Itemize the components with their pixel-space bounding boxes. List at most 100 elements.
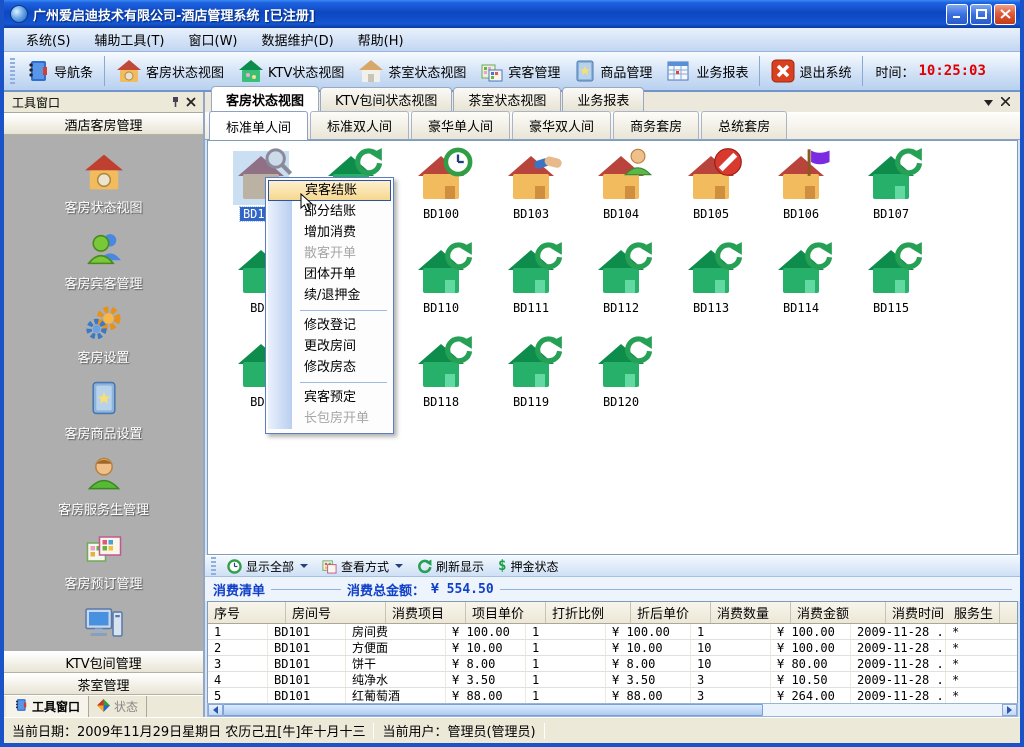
table-row[interactable]: 2BD101 方便面¥ 10.00 1¥ 10.00 10¥ 100.00 20… (208, 640, 1017, 656)
room-icon[interactable]: BD120 (576, 339, 666, 433)
room-icon[interactable]: BD114 (756, 245, 846, 339)
exit-system-button[interactable]: 退出系统 (764, 56, 858, 86)
maximize-button[interactable] (970, 4, 992, 25)
room-type-tab[interactable]: 商务套房 (613, 111, 699, 139)
room-type-tab[interactable]: 豪华双人间 (512, 111, 611, 139)
room-type-tab[interactable]: 豪华单人间 (411, 111, 510, 139)
room-status-view-button[interactable]: 客房状态视图 (109, 56, 231, 86)
minimize-button[interactable] (946, 4, 968, 25)
context-menu-item[interactable]: 宾客预定 (268, 387, 391, 408)
menu-item[interactable]: 帮助(H) (346, 27, 416, 52)
context-menu-item[interactable]: 部分结账 (268, 201, 391, 222)
section-tea-management[interactable]: 茶室管理 (4, 673, 203, 695)
pin-icon[interactable] (167, 95, 183, 110)
flag-icon (803, 147, 833, 177)
room-icon[interactable]: BD113 (666, 245, 756, 339)
room-type-tab[interactable]: 标准双人间 (310, 111, 409, 139)
navbar-button[interactable]: 导航条 (19, 56, 100, 86)
room-icon[interactable]: BD104 (576, 151, 666, 245)
sidebar-item-waiter-management[interactable]: 客房服务生管理 (19, 455, 189, 518)
tea-status-view-button[interactable]: 茶室状态视图 (351, 56, 473, 86)
context-menu-item[interactable] (268, 378, 391, 387)
context-menu-item[interactable]: 续/退押金 (268, 285, 391, 306)
refresh-arrow-icon (533, 335, 563, 365)
guest-management-button[interactable]: 宾客管理 (473, 56, 567, 86)
view-mode-button[interactable]: 查看方式 (315, 557, 410, 576)
sidebar-item-room-status[interactable]: 客房状态视图 (19, 153, 189, 216)
scrollbar-track[interactable] (223, 704, 1002, 716)
sidebar-item-goods-settings[interactable]: 客房商品设置 (19, 379, 189, 442)
sidebar-item-guest-management[interactable]: 客房宾客管理 (19, 229, 189, 292)
table-horizontal-scrollbar[interactable] (207, 703, 1018, 717)
context-menu-item[interactable]: 增加消费 (268, 222, 391, 243)
room-label: BD104 (600, 207, 642, 221)
room-icon[interactable]: BD107 (846, 151, 936, 245)
room-icon[interactable]: BD118 (396, 339, 486, 433)
context-menu-item[interactable]: 宾客结账 (268, 180, 391, 201)
document-tab[interactable]: KTV包间状态视图 (320, 87, 452, 112)
menu-item[interactable]: 辅助工具(T) (82, 27, 176, 52)
scroll-left-button[interactable] (208, 704, 223, 716)
deposit-status-button[interactable]: $ 押金状态 (491, 557, 565, 576)
tab-close-icon[interactable] (1001, 95, 1010, 109)
goods-management-button[interactable]: 商品管理 (567, 56, 659, 86)
gears-icon (84, 305, 124, 344)
document-tab[interactable]: 客房状态视图 (211, 86, 319, 112)
context-menu-item[interactable]: 修改登记 (268, 315, 391, 336)
menu-item[interactable]: 窗口(W) (177, 27, 250, 52)
context-menu-item[interactable]: 更改房间 (268, 336, 391, 357)
refresh-arrow-icon (443, 241, 473, 271)
ktv-status-view-button[interactable]: KTV状态视图 (231, 56, 351, 86)
tab-tool-window[interactable]: 工具窗口 (6, 696, 89, 717)
menu-item[interactable]: 数据维护(D) (250, 27, 346, 52)
room-icon[interactable]: BD106 (756, 151, 846, 245)
room-icon[interactable]: BD111 (486, 245, 576, 339)
table-header-cell: 消费项目 (386, 602, 466, 623)
table-row[interactable]: 4BD101 纯净水¥ 3.50 1¥ 3.50 3¥ 10.50 2009-1… (208, 672, 1017, 688)
table-row[interactable]: 5BD101 红葡萄酒¥ 88.00 1¥ 88.00 3¥ 264.00 20… (208, 688, 1017, 703)
sidebar-item-other-payments[interactable]: 客房其他款项登记 (19, 605, 189, 651)
sidebar-item-room-settings[interactable]: 客房设置 (19, 305, 189, 366)
room-icon[interactable]: BD105 (666, 151, 756, 245)
refresh-arrow-icon (893, 241, 923, 271)
room-label: BD112 (600, 301, 642, 315)
notebook-icon (14, 698, 28, 715)
table-row[interactable]: 3BD101 饼干¥ 8.00 1¥ 8.00 10¥ 80.00 2009-1… (208, 656, 1017, 672)
section-room-management[interactable]: 酒店客房管理 (4, 113, 203, 135)
status-bar: 当前日期：2009年11月29日星期日 农历己丑[牛]年十月十三 当前用户：管理… (4, 717, 1020, 743)
section-ktv-management[interactable]: KTV包间管理 (4, 651, 203, 673)
sidebar-item-booking-management[interactable]: 客房预订管理 (19, 531, 189, 592)
room-icon[interactable]: BD112 (576, 245, 666, 339)
tab-status[interactable]: 状态 (89, 696, 147, 717)
sidebar-items: 客房状态视图 客房宾客管理 客房设置 客房商品设置 客房服务生管理 (4, 135, 203, 651)
menu-item[interactable]: 系统(S) (14, 27, 82, 52)
refresh-button[interactable]: 刷新显示 (410, 557, 491, 576)
room-context-menu: 宾客结账部分结账增加消费散客开单团体开单续/退押金修改登记更改房间修改房态宾客预… (265, 177, 394, 434)
context-menu-item[interactable]: 团体开单 (268, 264, 391, 285)
room-icon[interactable]: BD110 (396, 245, 486, 339)
room-icon[interactable]: BD115 (846, 245, 936, 339)
room-icon[interactable]: BD119 (486, 339, 576, 433)
context-menu-item[interactable]: 修改房态 (268, 357, 391, 378)
table-row[interactable]: 1BD101 房间费¥ 100.00 1¥ 100.00 1¥ 100.00 2… (208, 624, 1017, 640)
context-menu-item[interactable] (268, 306, 391, 315)
calendar-icon (480, 59, 504, 83)
scroll-right-button[interactable] (1002, 704, 1017, 716)
tab-scroll-down-icon[interactable] (984, 95, 993, 109)
context-menu-item[interactable]: 长包房开单 (268, 408, 391, 429)
document-tab[interactable]: 茶室状态视图 (453, 87, 561, 112)
app-window: 广州爱启迪技术有限公司-酒店管理系统 [已注册] 系统(S)辅助工具(T)窗口(… (0, 0, 1024, 747)
scrollbar-thumb[interactable] (223, 704, 763, 716)
room-type-tab[interactable]: 标准单人间 (209, 111, 308, 140)
close-button[interactable] (994, 4, 1016, 25)
sidebar-bottom-tabs: 工具窗口 状态 (4, 695, 203, 717)
toolbar-label: 业务报表 (696, 62, 748, 81)
room-icon[interactable]: BD103 (486, 151, 576, 245)
business-report-button[interactable]: 业务报表 (659, 56, 755, 86)
room-icon[interactable]: BD100 (396, 151, 486, 245)
close-icon[interactable] (183, 95, 199, 110)
context-menu-item[interactable]: 散客开单 (268, 243, 391, 264)
room-type-tab[interactable]: 总统套房 (701, 111, 787, 139)
document-tab[interactable]: 业务报表 (562, 87, 644, 112)
show-all-button[interactable]: 显示全部 (220, 557, 315, 576)
